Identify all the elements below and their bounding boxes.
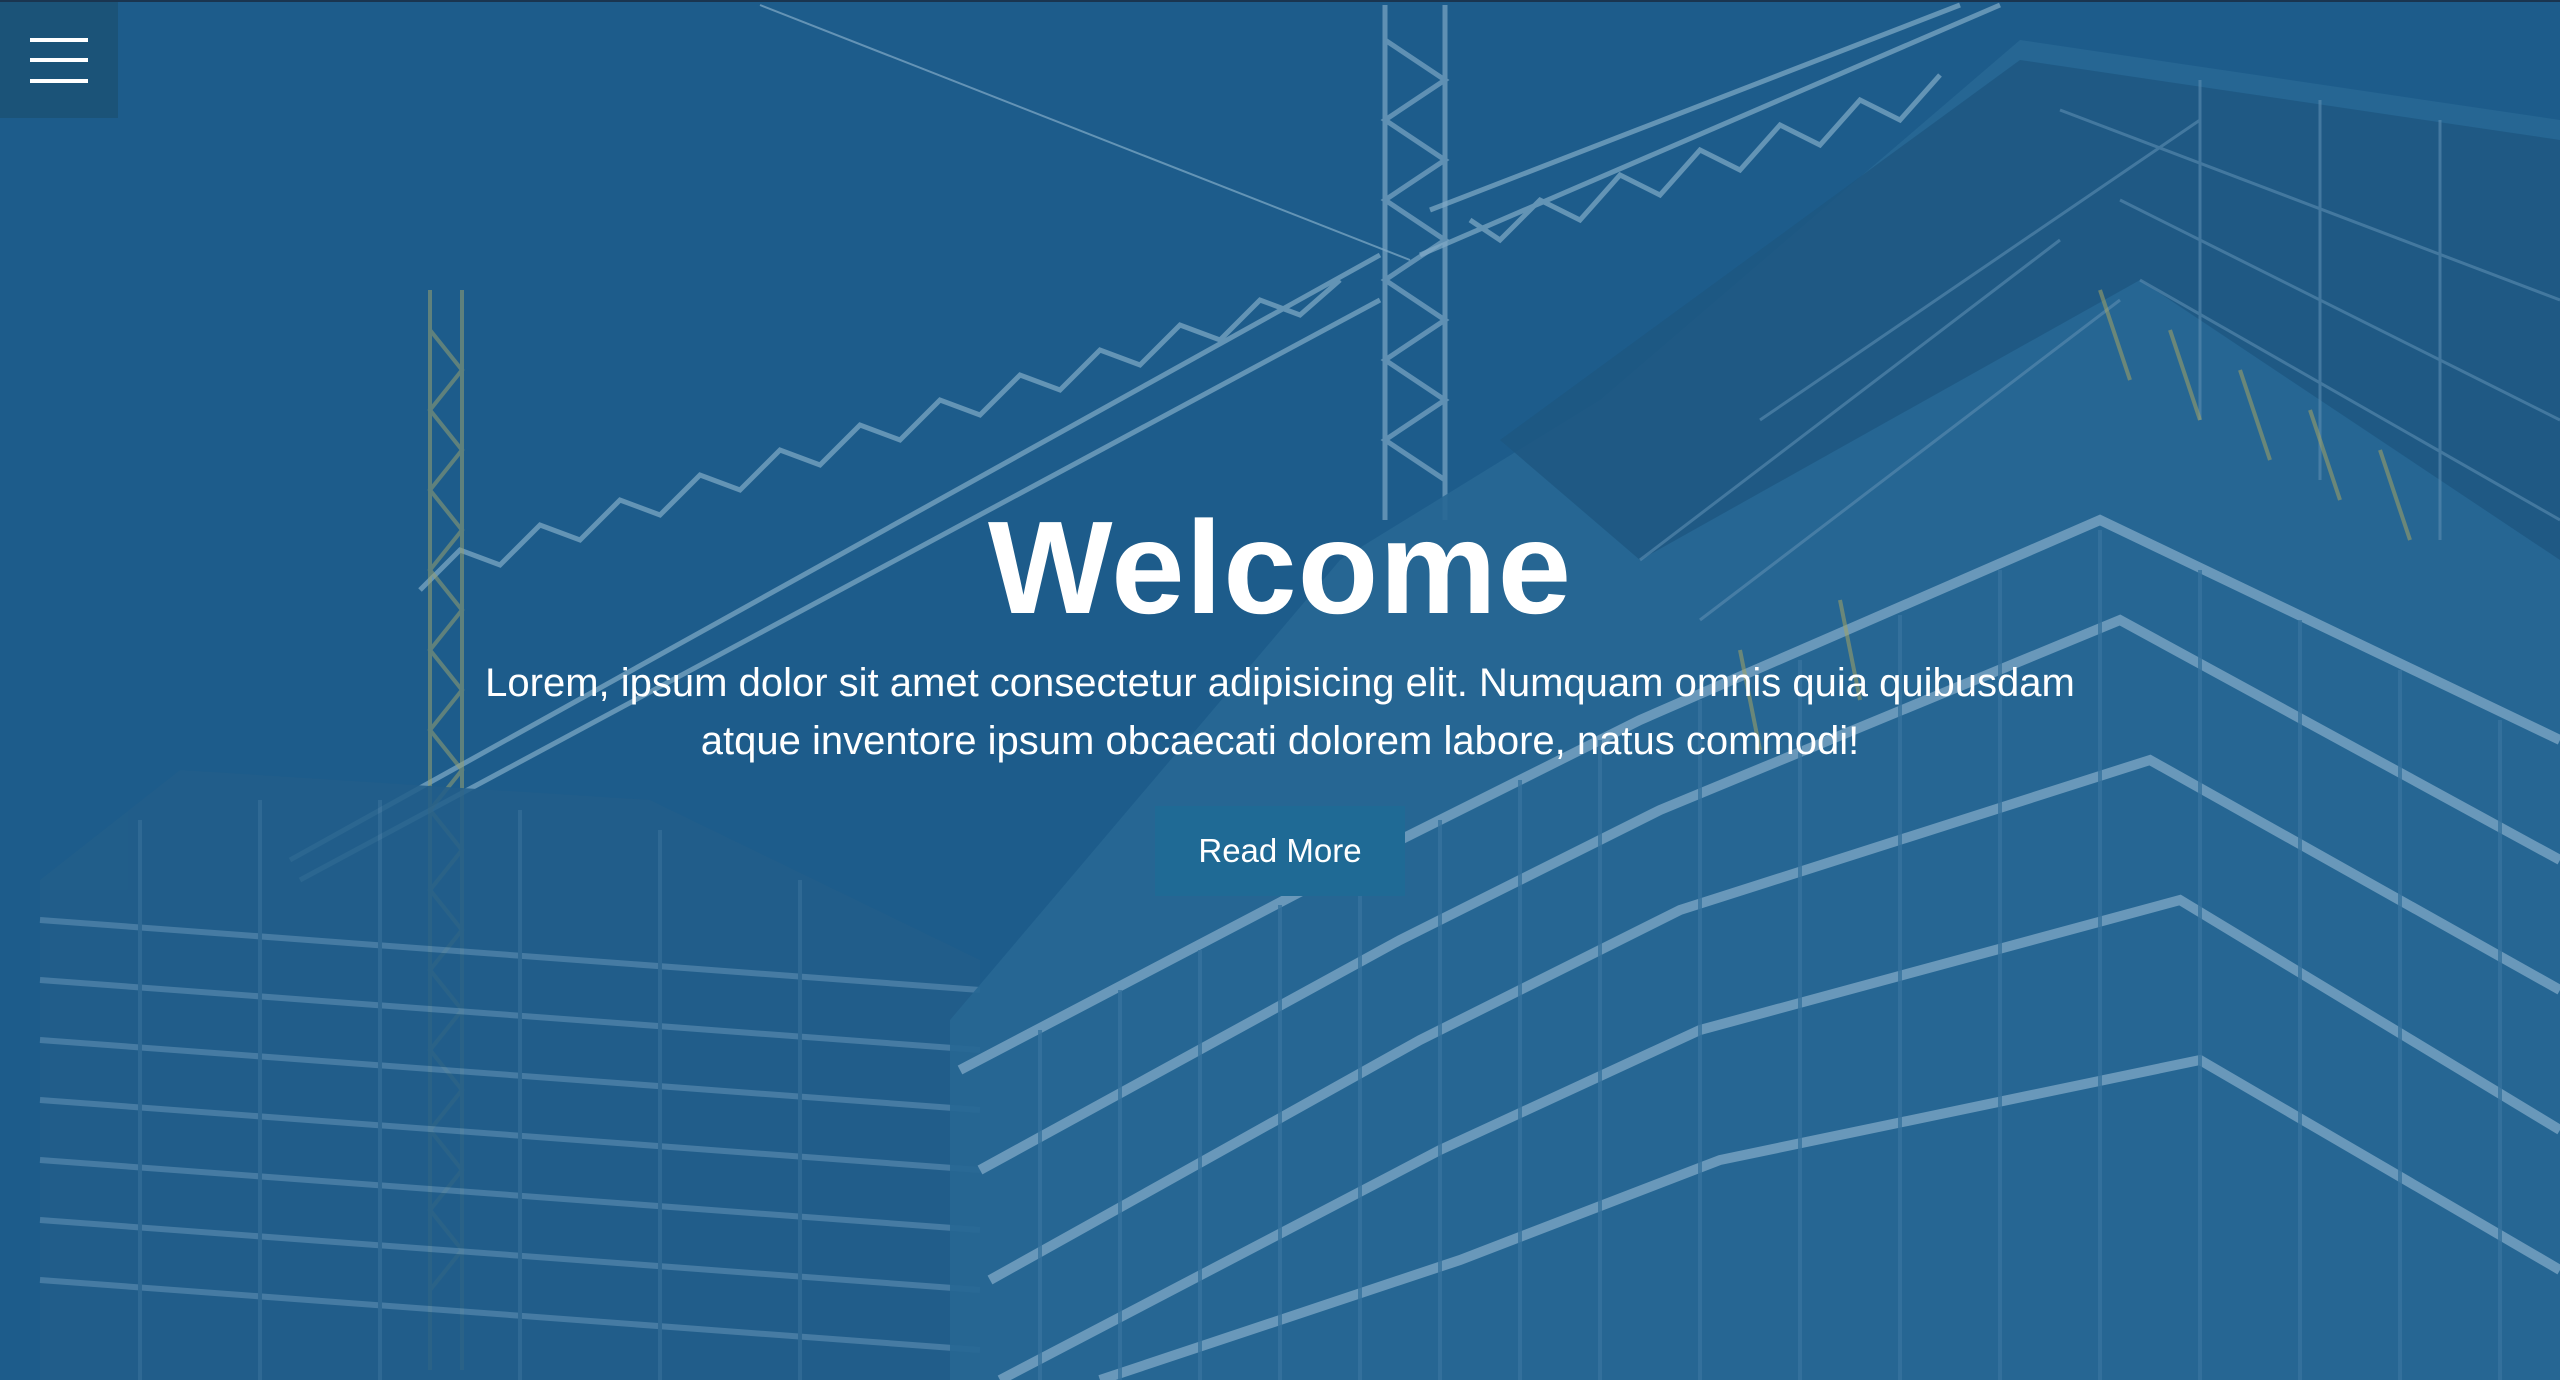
top-border [0,0,2560,2]
hero-section: Welcome Lorem, ipsum dolor sit amet cons… [0,0,2560,1380]
hero-content: Welcome Lorem, ipsum dolor sit amet cons… [380,488,2180,896]
menu-toggle-button[interactable] [0,2,118,118]
hero-title: Welcome [987,494,1573,641]
hero-paragraph: Lorem, ipsum dolor sit amet consectetur … [485,661,2075,763]
read-more-button[interactable]: Read More [1155,806,1405,896]
